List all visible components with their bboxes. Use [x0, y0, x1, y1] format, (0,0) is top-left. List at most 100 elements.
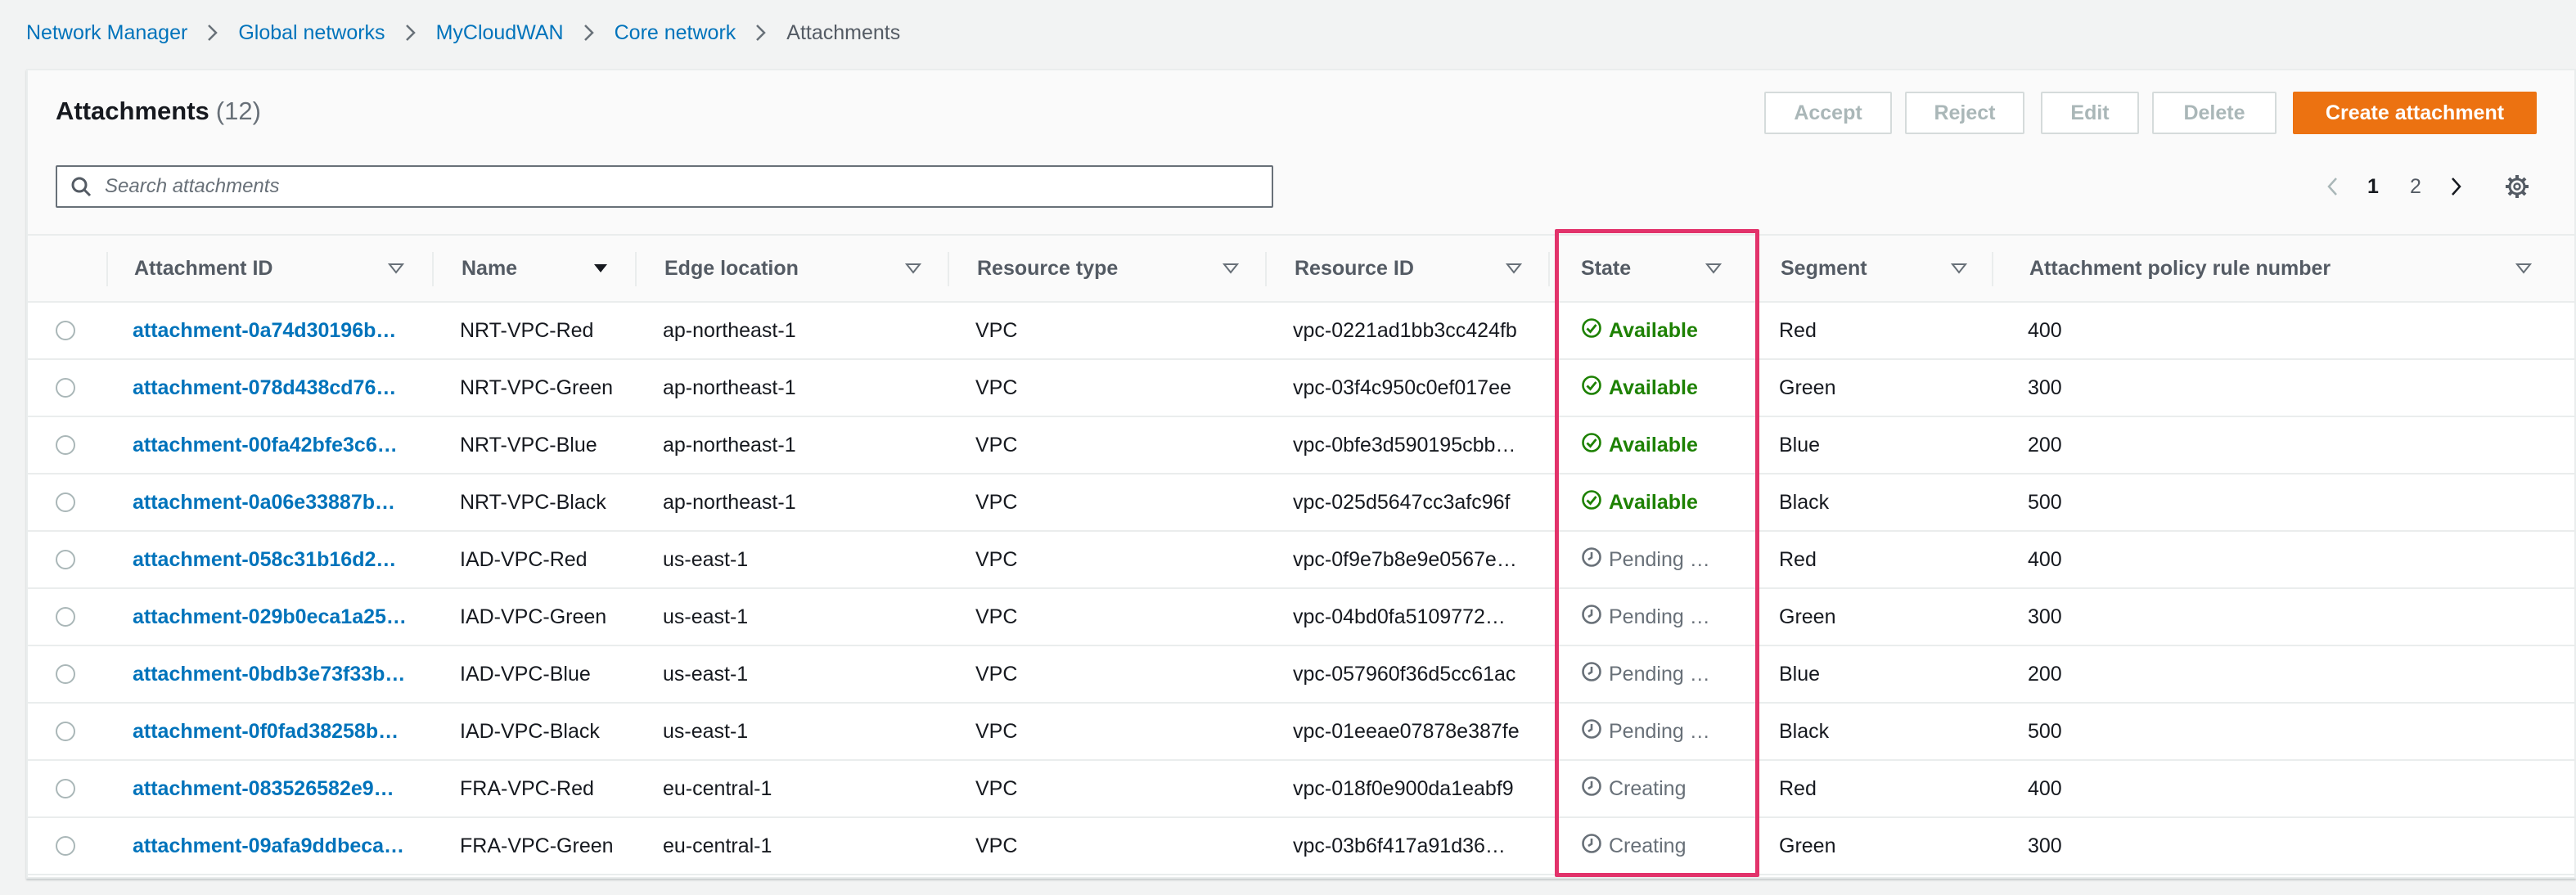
attachment-id-link[interactable]: attachment-029b0eca1a25…	[133, 589, 407, 645]
status-badge: Creating	[1581, 776, 1687, 803]
search-input[interactable]: Search attachments	[56, 165, 1273, 208]
table-row[interactable]: attachment-083526582e9… FRA-VPC-Red eu-c…	[28, 761, 2574, 818]
delete-button[interactable]: Delete	[2152, 92, 2277, 134]
state-cell: Creating	[1581, 818, 1687, 874]
row-select-radio[interactable]	[56, 836, 75, 856]
segment: Red	[1779, 318, 1817, 342]
resource-id: vpc-04bd0fa5109772…	[1293, 605, 1506, 628]
table-row[interactable]: attachment-058c31b16d2… IAD-VPC-Red us-e…	[28, 532, 2574, 589]
breadcrumb-network-manager[interactable]: Network Manager	[26, 21, 187, 45]
column-header-name[interactable]: Name	[462, 236, 517, 301]
segment: Black	[1779, 490, 1830, 514]
column-header-resource-type[interactable]: Resource type	[977, 236, 1118, 301]
column-header-segment[interactable]: Segment	[1781, 236, 1867, 301]
resource-type: VPC	[975, 433, 1018, 456]
attachment-id-link[interactable]: attachment-083526582e9…	[133, 761, 394, 816]
attachment-name: IAD-VPC-Blue	[460, 662, 591, 686]
state-label: Creating	[1609, 834, 1687, 857]
table-row[interactable]: attachment-0f0fad38258b… IAD-VPC-Black u…	[28, 704, 2574, 761]
edge-location: ap-northeast-1	[663, 433, 796, 456]
state-label: Available	[1609, 376, 1698, 399]
breadcrumb-current: Attachments	[786, 20, 901, 44]
sort-caret-icon[interactable]	[1705, 236, 1722, 301]
attachment-id-link[interactable]: attachment-0f0fad38258b…	[133, 704, 399, 759]
chevron-right-icon	[187, 16, 238, 49]
status-badge: Available	[1581, 317, 1698, 344]
edge-location: us-east-1	[663, 547, 749, 571]
edge-location: ap-northeast-1	[663, 318, 796, 342]
row-select-radio[interactable]	[56, 378, 75, 398]
page-title: Attachments (12)	[56, 97, 261, 126]
table-row[interactable]: attachment-029b0eca1a25… IAD-VPC-Green u…	[28, 589, 2574, 646]
table-row[interactable]: attachment-0a74d30196b… NRT-VPC-Red ap-n…	[28, 303, 2574, 360]
attachment-id-link[interactable]: attachment-058c31b16d2…	[133, 532, 396, 587]
column-header-attachment-id[interactable]: Attachment ID	[134, 236, 272, 301]
state-cell: Pending …	[1581, 589, 1710, 645]
attachment-id-link[interactable]: attachment-0a74d30196b…	[133, 303, 396, 358]
column-header-resource-id[interactable]: Resource ID	[1295, 236, 1414, 301]
state-cell: Available	[1581, 303, 1698, 358]
sort-caret-icon[interactable]	[1951, 236, 1967, 301]
column-divider	[106, 252, 108, 286]
attachment-id-link[interactable]: attachment-078d438cd76…	[133, 360, 396, 416]
policy-rule-number: 500	[2028, 490, 2062, 514]
row-select-radio[interactable]	[56, 550, 75, 569]
sort-caret-icon[interactable]	[1223, 236, 1239, 301]
edit-button[interactable]: Edit	[2041, 92, 2139, 134]
table-row[interactable]: attachment-0a06e33887b… NRT-VPC-Black ap…	[28, 474, 2574, 532]
sort-caret-icon[interactable]	[2515, 236, 2532, 301]
previous-page-icon[interactable]	[2319, 167, 2345, 206]
row-select-radio[interactable]	[56, 779, 75, 798]
state-label: Available	[1609, 318, 1698, 342]
page-1[interactable]: 1	[2358, 167, 2388, 206]
next-page-icon[interactable]	[2443, 167, 2470, 206]
row-select-radio[interactable]	[56, 492, 75, 512]
state-label: Available	[1609, 433, 1698, 456]
attachment-id-link[interactable]: attachment-00fa42bfe3c6…	[133, 417, 398, 473]
column-header-policy-rule[interactable]: Attachment policy rule number	[2029, 236, 2331, 301]
status-pending-clock-icon	[1581, 604, 1602, 631]
row-select-radio[interactable]	[56, 607, 75, 627]
panel-title-text: Attachments	[56, 97, 209, 125]
status-pending-clock-icon	[1581, 661, 1602, 688]
table-row[interactable]: attachment-0bdb3e73f33b… IAD-VPC-Blue us…	[28, 646, 2574, 704]
page-2[interactable]: 2	[2401, 167, 2430, 206]
settings-gear-icon[interactable]	[2501, 167, 2533, 206]
breadcrumb-global-networks[interactable]: Global networks	[238, 21, 385, 45]
accept-button[interactable]: Accept	[1764, 92, 1892, 134]
status-badge: Pending …	[1581, 718, 1710, 745]
policy-rule-number: 200	[2028, 662, 2062, 686]
sort-descending-icon[interactable]	[592, 236, 609, 301]
breadcrumb-core-network[interactable]: Core network	[615, 21, 736, 45]
create-attachment-button[interactable]: Create attachment	[2293, 92, 2537, 134]
attachment-id-link[interactable]: attachment-0bdb3e73f33b…	[133, 646, 405, 702]
sort-caret-icon[interactable]	[388, 236, 404, 301]
row-select-radio[interactable]	[56, 321, 75, 340]
row-select-radio[interactable]	[56, 722, 75, 741]
table-row[interactable]: attachment-09afa9ddbeca… FRA-VPC-Green e…	[28, 818, 2574, 875]
row-select-radio[interactable]	[56, 435, 75, 455]
segment: Blue	[1779, 662, 1821, 686]
table-row[interactable]: attachment-078d438cd76… NRT-VPC-Green ap…	[28, 360, 2574, 417]
status-badge: Pending …	[1581, 604, 1710, 631]
reject-button[interactable]: Reject	[1905, 92, 2024, 134]
status-available-icon	[1581, 489, 1602, 516]
status-pending-clock-icon	[1581, 833, 1602, 860]
table-row[interactable]: attachment-00fa42bfe3c6… NRT-VPC-Blue ap…	[28, 417, 2574, 474]
resource-type: VPC	[975, 318, 1018, 342]
attachment-id-link[interactable]: attachment-09afa9ddbeca…	[133, 818, 404, 874]
sort-caret-icon[interactable]	[1506, 236, 1522, 301]
edge-location: ap-northeast-1	[663, 490, 796, 514]
sort-caret-icon[interactable]	[905, 236, 921, 301]
attachment-id-link[interactable]: attachment-0a06e33887b…	[133, 474, 395, 530]
breadcrumb: Network Manager Global networks MyCloudW…	[26, 16, 900, 49]
state-label: Pending …	[1609, 605, 1710, 628]
column-header-state[interactable]: State	[1581, 236, 1631, 301]
resource-id: vpc-03b6f417a91d36…	[1293, 834, 1506, 857]
column-header-edge-location[interactable]: Edge location	[664, 236, 799, 301]
status-badge: Available	[1581, 489, 1698, 516]
row-select-radio[interactable]	[56, 664, 75, 684]
breadcrumb-mycloudwan[interactable]: MyCloudWAN	[436, 21, 564, 45]
resource-type: VPC	[975, 834, 1018, 857]
column-divider	[432, 252, 434, 286]
